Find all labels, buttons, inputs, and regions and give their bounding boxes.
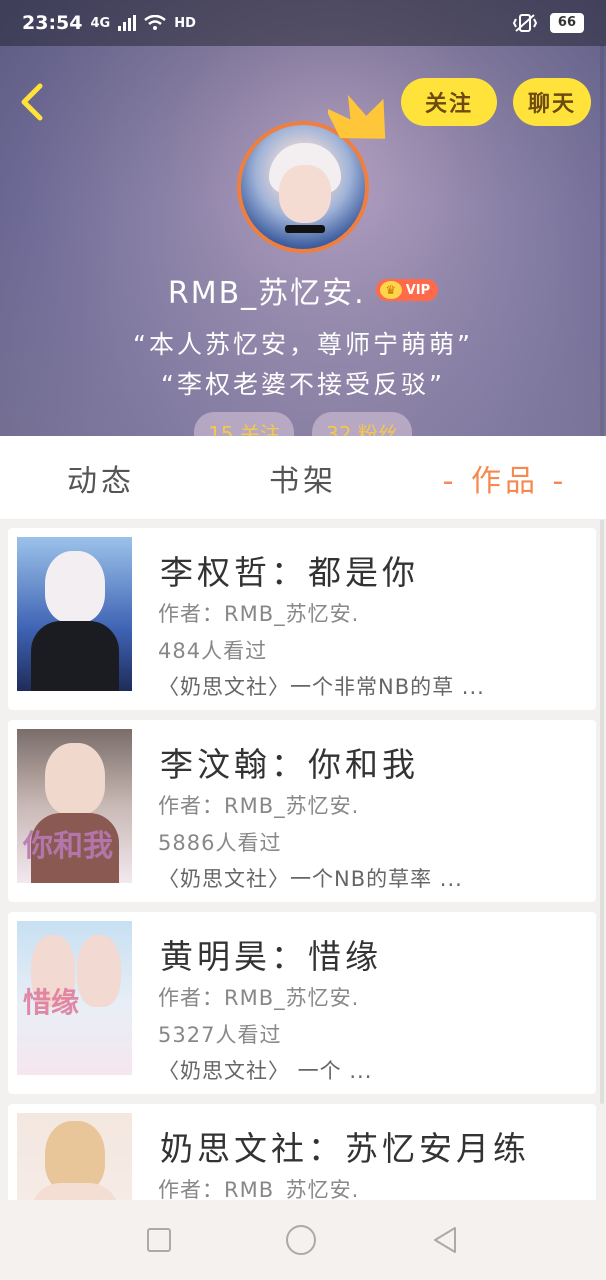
vip-crown-icon: ♛: [379, 281, 402, 299]
work-description: 〈奶思文社〉一个非常NB的草 ...: [158, 675, 485, 699]
cover-lettering-icon: 惜缘: [23, 986, 80, 1019]
status-time: 23:54: [22, 12, 83, 34]
work-views: 484人看过: [158, 639, 268, 663]
nav-back-icon[interactable]: [431, 1226, 459, 1254]
profile-tabs: 动态 书架 - 作品 -: [0, 436, 606, 520]
bio-line-1: “本人苏忆安，尊师宁萌萌”: [133, 330, 473, 359]
list-item[interactable]: 李权哲：都是你 作者：RMB_苏忆安. 484人看过 〈奶思文社〉一个非常NB的…: [8, 528, 596, 710]
vibrate-icon: [512, 14, 538, 32]
work-author: 作者：RMB_苏忆安.: [158, 986, 360, 1010]
follow-button[interactable]: 关注: [401, 78, 497, 126]
work-views: 5886人看过: [158, 831, 282, 855]
scrollbar[interactable]: [600, 44, 604, 1104]
works-list: 李权哲：都是你 作者：RMB_苏忆安. 484人看过 〈奶思文社〉一个非常NB的…: [0, 520, 606, 1200]
work-description: 〈奶思文社〉一个NB的草率 ...: [158, 867, 463, 891]
work-title: 奶思文社：苏忆安月练: [160, 1129, 530, 1168]
work-title: 李汶翰：你和我: [160, 745, 419, 784]
bio-line-2: “李权老婆不接受反驳”: [161, 370, 445, 399]
cover-lettering-icon: 你和我: [23, 829, 113, 864]
book-cover: 你和我: [17, 729, 132, 883]
list-item[interactable]: 奶思文社：苏忆安月练 作者：RMB_苏忆安.: [8, 1104, 596, 1200]
vip-label: VIP: [405, 282, 431, 298]
crown-icon: [328, 94, 386, 139]
work-title: 李权哲：都是你: [160, 553, 419, 592]
username: RMB_苏忆安.: [167, 276, 366, 311]
work-author: 作者：RMB_苏忆安.: [158, 794, 360, 818]
status-bar: 23:54 4G HD 66: [0, 0, 606, 46]
work-description: 〈奶思文社〉 一个 ...: [158, 1059, 373, 1083]
list-item[interactable]: 你和我 李汶翰：你和我 作者：RMB_苏忆安. 5886人看过 〈奶思文社〉一个…: [8, 720, 596, 902]
vip-badge: ♛ VIP: [375, 279, 439, 301]
hd-label: HD: [174, 15, 196, 31]
work-views: 5327人看过: [158, 1023, 282, 1047]
recent-apps-icon[interactable]: [147, 1228, 172, 1252]
work-title: 黄明昊：惜缘: [160, 937, 382, 976]
tab-works[interactable]: - 作品 -: [404, 456, 606, 500]
system-nav-bar: [0, 1200, 606, 1280]
tab-bookshelf[interactable]: 书架: [202, 456, 404, 500]
chat-button[interactable]: 聊天: [513, 78, 591, 126]
back-button[interactable]: [16, 82, 52, 122]
home-icon[interactable]: [285, 1225, 316, 1255]
book-cover: [17, 537, 132, 691]
signal-icon: [118, 15, 137, 31]
battery-indicator: 66: [549, 13, 584, 33]
work-author: 作者：RMB_苏忆安.: [158, 602, 360, 626]
username-row: RMB_苏忆安. ♛ VIP: [0, 268, 606, 312]
work-author: 作者：RMB_苏忆安.: [158, 1178, 360, 1200]
wifi-icon: [144, 15, 166, 30]
book-cover: [17, 1113, 132, 1200]
book-cover: 惜缘: [17, 921, 132, 1075]
tab-activity[interactable]: 动态: [0, 456, 202, 500]
network-label: 4G: [90, 15, 111, 31]
list-item[interactable]: 惜缘 黄明昊：惜缘 作者：RMB_苏忆安. 5327人看过 〈奶思文社〉 一个 …: [8, 912, 596, 1094]
